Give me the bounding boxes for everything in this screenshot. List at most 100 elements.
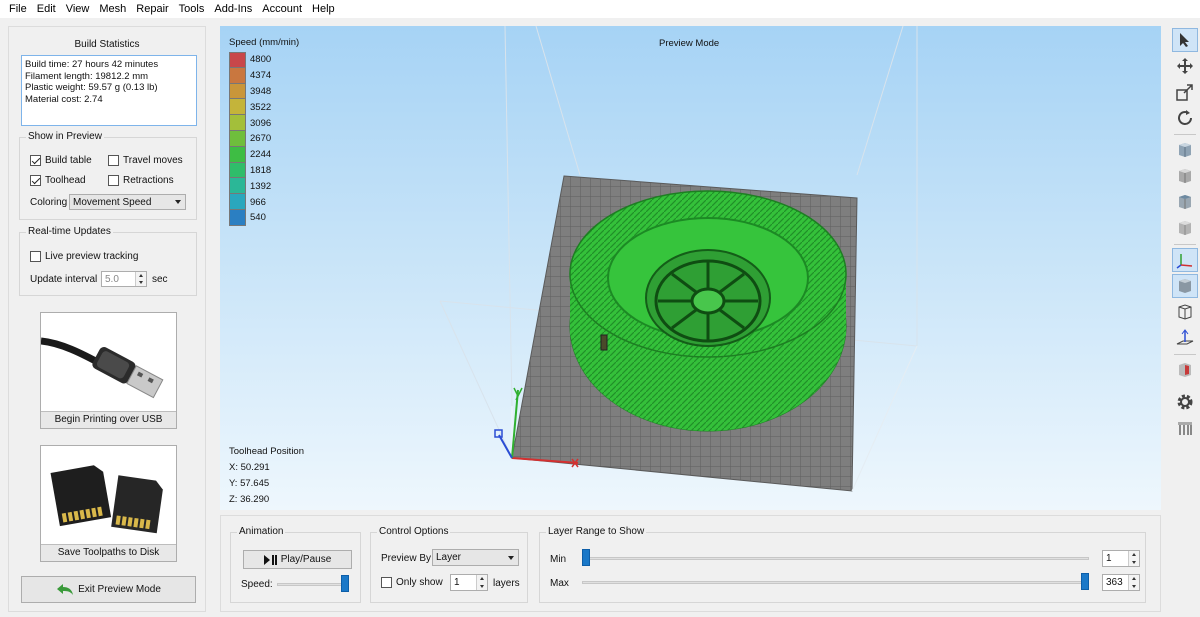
- menu-add-ins[interactable]: Add-Ins: [209, 0, 257, 18]
- animation-title: Animation: [237, 526, 286, 537]
- view-side-icon[interactable]: [1172, 164, 1198, 188]
- legend-value: 4374: [250, 70, 272, 82]
- toolhead-position: Toolhead Position X: 50.291 Y: 57.645 Z:…: [229, 444, 304, 508]
- view-iso-icon[interactable]: [1172, 216, 1198, 240]
- build-table-label: Build table: [45, 155, 92, 166]
- layer-min-slider-handle[interactable]: [582, 549, 590, 566]
- stat-plastic-weight: Plastic weight: 59.57 g (0.13 lb): [25, 82, 158, 93]
- update-interval-label: Update interval: [30, 274, 98, 285]
- play-pause-label: Play/Pause: [280, 554, 332, 565]
- build-table-checkbox[interactable]: Build table: [30, 155, 92, 166]
- move-icon[interactable]: [1172, 54, 1198, 78]
- build-statistics-box: Build time: 27 hours 42 minutes Filament…: [21, 55, 197, 126]
- layers-label: layers: [493, 578, 520, 589]
- legend-value: 540: [250, 212, 266, 224]
- retractions-check[interactable]: [108, 175, 119, 186]
- layer-max-spinbox[interactable]: 363: [1102, 574, 1140, 591]
- only-show-layers-spinbox[interactable]: 1: [450, 574, 488, 591]
- show-in-preview-group: Show in Preview Build table Travel moves…: [19, 131, 197, 220]
- menu-help[interactable]: Help: [307, 0, 340, 18]
- settings-gear-icon[interactable]: [1172, 390, 1198, 414]
- legend-value: 3522: [250, 101, 272, 113]
- preview-by-dropdown[interactable]: Layer: [432, 549, 519, 566]
- spin-arrows-icon[interactable]: [135, 272, 146, 286]
- coloring-dropdown[interactable]: Movement Speed: [69, 194, 186, 210]
- scale-icon[interactable]: [1172, 80, 1198, 104]
- control-options-title: Control Options: [377, 526, 451, 537]
- legend-swatch: [229, 162, 246, 179]
- menu-view[interactable]: View: [61, 0, 95, 18]
- toolhead-checkbox[interactable]: Toolhead: [30, 175, 86, 186]
- live-preview-check[interactable]: [30, 251, 41, 262]
- layer-max-label: Max: [550, 578, 569, 589]
- layer-min-spinbox[interactable]: 1: [1102, 550, 1140, 567]
- rotate-icon[interactable]: [1172, 106, 1198, 130]
- wheel-model: [569, 190, 847, 432]
- build-table-check[interactable]: [30, 155, 41, 166]
- menu-bar: File Edit View Mesh Repair Tools Add-Ins…: [0, 0, 1200, 18]
- legend-swatch: [229, 99, 246, 116]
- travel-moves-label: Travel moves: [123, 155, 183, 166]
- normal-icon[interactable]: [1172, 326, 1198, 350]
- play-pause-button[interactable]: Play/Pause: [243, 550, 352, 569]
- preview-by-value: Layer: [436, 552, 462, 563]
- coloring-value: Movement Speed: [73, 196, 152, 208]
- view-front-icon[interactable]: [1172, 138, 1198, 162]
- begin-printing-usb-button[interactable]: Begin Printing over USB: [40, 312, 177, 429]
- layer-range-group: Layer Range to Show Min 1 Max 363: [539, 526, 1146, 603]
- menu-edit[interactable]: Edit: [32, 0, 61, 18]
- update-interval-spinbox[interactable]: 5.0: [101, 271, 147, 287]
- save-toolpaths-button[interactable]: Save Toolpaths to Disk: [40, 445, 177, 562]
- legend-swatch: [229, 52, 246, 68]
- layer-max-slider-track[interactable]: [582, 581, 1089, 584]
- legend-swatch: [229, 209, 246, 226]
- layer-min-slider-track[interactable]: [582, 557, 1089, 560]
- retractions-checkbox[interactable]: Retractions: [108, 175, 174, 186]
- legend-entry: 4374: [229, 67, 272, 84]
- legend-value: 1392: [250, 180, 272, 192]
- layer-min-label: Min: [550, 554, 567, 565]
- axes-icon[interactable]: [1172, 248, 1198, 272]
- legend-value: 4800: [250, 54, 272, 66]
- toolhead-y: Y: 57.645: [229, 478, 270, 489]
- travel-moves-checkbox[interactable]: Travel moves: [108, 155, 183, 166]
- wireframe-icon[interactable]: [1172, 300, 1198, 324]
- legend-entry: 4800: [229, 52, 271, 68]
- layer-min-value: 1: [1106, 553, 1112, 564]
- only-show-checkbox[interactable]: Only show: [381, 577, 443, 588]
- legend-entry: 1818: [229, 162, 272, 179]
- layer-max-slider-handle[interactable]: [1081, 573, 1089, 590]
- 3d-viewport[interactable]: Speed (mm/min) 4800 4374 3948 3522 3096 2670 2…: [220, 26, 1161, 510]
- travel-moves-check[interactable]: [108, 155, 119, 166]
- menu-repair[interactable]: Repair: [131, 0, 173, 18]
- back-arrow-icon: [57, 583, 74, 595]
- supports-icon[interactable]: [1172, 416, 1198, 440]
- legend-swatch: [229, 130, 246, 147]
- sd-card-icon: [50, 465, 163, 534]
- speed-slider-track[interactable]: [277, 583, 349, 586]
- legend-value: 1818: [250, 164, 272, 176]
- live-preview-tracking-checkbox[interactable]: Live preview tracking: [30, 251, 138, 262]
- spin-arrows-icon[interactable]: [1128, 551, 1139, 566]
- speed-slider-handle[interactable]: [341, 575, 350, 592]
- menu-tools[interactable]: Tools: [174, 0, 210, 18]
- right-toolbar: [1170, 26, 1200, 446]
- spin-arrows-icon[interactable]: [476, 575, 487, 590]
- menu-account[interactable]: Account: [257, 0, 307, 18]
- spin-arrows-icon[interactable]: [1128, 575, 1139, 590]
- menu-mesh[interactable]: Mesh: [94, 0, 131, 18]
- legend-value: 3096: [250, 117, 272, 129]
- animation-group: Animation Play/Pause Speed:: [230, 526, 361, 603]
- menu-file[interactable]: File: [4, 0, 32, 18]
- legend-swatch: [229, 146, 246, 163]
- exit-preview-mode-button[interactable]: Exit Preview Mode: [21, 576, 196, 603]
- section-icon[interactable]: [1172, 358, 1198, 382]
- legend-value: 2244: [250, 149, 272, 161]
- view-top-icon[interactable]: [1172, 190, 1198, 214]
- build-volume-front: [851, 345, 918, 492]
- toolhead-check[interactable]: [30, 175, 41, 186]
- select-arrow-icon[interactable]: [1172, 28, 1198, 52]
- only-show-check[interactable]: [381, 577, 392, 588]
- begin-printing-usb-label: Begin Printing over USB: [41, 411, 176, 428]
- solid-view-icon[interactable]: [1172, 274, 1198, 298]
